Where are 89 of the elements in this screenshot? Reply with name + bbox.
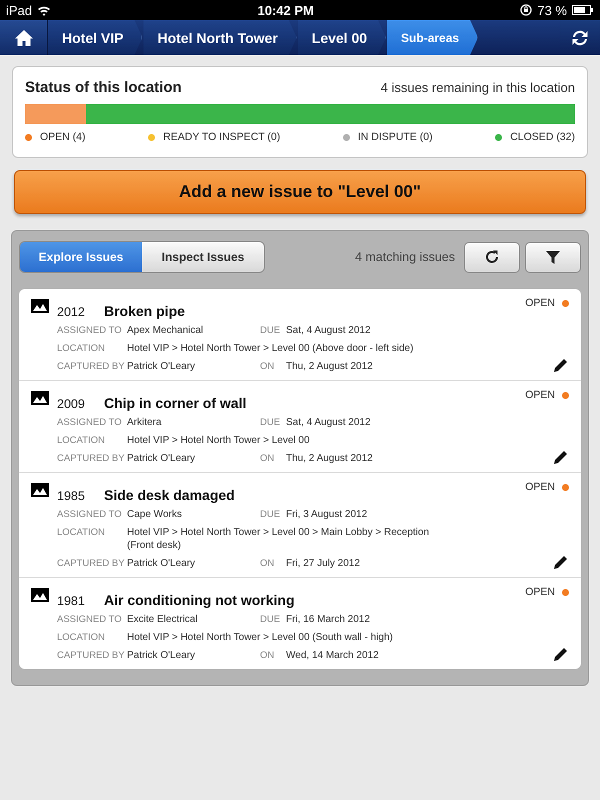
legend-label: READY TO INSPECT (0) (163, 131, 280, 143)
image-icon (31, 391, 49, 405)
field-label: DUE (260, 416, 282, 429)
tab[interactable]: Inspect Issues (142, 242, 264, 272)
field-label: ON (260, 649, 276, 662)
field-label: ASSIGNED TO (57, 416, 123, 429)
refresh-icon (484, 249, 500, 265)
breadcrumb[interactable]: Hotel North Tower (143, 20, 297, 55)
field-label: ON (260, 360, 276, 373)
field-label: ASSIGNED TO (57, 613, 123, 626)
issue-title: Side desk damaged (104, 487, 235, 503)
card-title: Status of this location (25, 79, 182, 96)
pencil-icon[interactable] (553, 554, 569, 570)
legend-label: OPEN (4) (40, 131, 86, 143)
refresh-button[interactable] (464, 242, 520, 272)
breadcrumb[interactable]: Level 00 (298, 20, 386, 55)
field-label: DUE (260, 508, 282, 521)
field-label: CAPTURED BY (57, 557, 126, 570)
match-count: 4 matching issues (354, 250, 455, 264)
field-label: LOCATION (57, 631, 106, 644)
battery-percent: 73 % (537, 2, 567, 18)
field-value: Thu, 2 August 2012 (286, 360, 373, 373)
field-value: Hotel VIP > Hotel North Tower > Level 00 (Above door - left side) (127, 342, 414, 355)
battery-icon (572, 5, 594, 15)
field-value: Wed, 14 March 2012 (286, 649, 379, 662)
field-value: Fri, 3 August 2012 (286, 508, 368, 521)
issues-summary: 4 issues remaining in this location (380, 80, 575, 95)
field-value: Apex Mechanical (127, 324, 204, 337)
tab[interactable]: Explore Issues (20, 242, 142, 272)
filter-button[interactable] (525, 242, 581, 272)
field-value: Hotel VIP > Hotel North Tower > Level 00 > Main Lobby > Reception (Front desk) (127, 526, 430, 552)
add-issue-button[interactable]: Add a new issue to "Level 00" (14, 170, 586, 214)
field-label: LOCATION (57, 342, 106, 355)
issue-title: Chip in corner of wall (104, 395, 246, 411)
home-button[interactable] (0, 20, 48, 55)
breadcrumb[interactable]: Hotel VIP (48, 20, 142, 55)
field-label: CAPTURED BY (57, 360, 126, 373)
field-value: Patrick O'Leary (127, 557, 196, 570)
device-name: iPad (6, 2, 32, 18)
clock: 10:42 PM (258, 2, 314, 18)
status-label: OPEN (525, 389, 555, 401)
field-value: Fri, 16 March 2012 (286, 613, 370, 626)
field-value: Thu, 2 August 2012 (286, 452, 373, 465)
status-label: OPEN (525, 481, 555, 493)
field-label: CAPTURED BY (57, 649, 126, 662)
legend-label: IN DISPUTE (0) (358, 131, 433, 143)
image-icon (31, 299, 49, 313)
field-value: Sat, 4 August 2012 (286, 324, 371, 337)
field-label: DUE (260, 324, 282, 337)
issue-title: Air conditioning not working (104, 592, 295, 608)
wifi-icon (37, 4, 52, 16)
status-label: OPEN (525, 297, 555, 309)
status-label: OPEN (525, 586, 555, 598)
image-icon (31, 588, 49, 602)
image-icon (31, 483, 49, 497)
home-icon (14, 28, 34, 46)
field-label: CAPTURED BY (57, 452, 126, 465)
field-value: Hotel VIP > Hotel North Tower > Level 00 (South wall - high) (127, 631, 393, 644)
field-value: Fri, 27 July 2012 (286, 557, 360, 570)
issue-number: 2012 (57, 305, 86, 319)
issue-title: Broken pipe (104, 303, 185, 319)
field-label: DUE (260, 613, 282, 626)
field-value: Excite Electrical (127, 613, 199, 626)
issue-number: 1985 (57, 489, 86, 503)
field-value: Hotel VIP > Hotel North Tower > Level 00 (127, 434, 310, 447)
legend-label: CLOSED (32) (510, 131, 575, 143)
pencil-icon[interactable] (553, 646, 569, 662)
pencil-icon[interactable] (553, 357, 569, 373)
field-value: Cape Works (127, 508, 183, 521)
rotation-lock-icon (520, 4, 532, 16)
filter-icon (545, 249, 561, 265)
field-value: Patrick O'Leary (127, 360, 196, 373)
field-value: Patrick O'Leary (127, 649, 196, 662)
field-value: Arkitera (127, 416, 162, 429)
field-value: Sat, 4 August 2012 (286, 416, 371, 429)
field-value: Patrick O'Leary (127, 452, 196, 465)
issue-row[interactable]: 2012 Broken pipe ASSIGNED TO Apex Mechanical DUE Sat, 4 August 2012 LOCATION Hotel VIP > Hotel North Tower > Level 00 (Above door - left side) CAPTURED BY Patrick O'Leary ON Thu, 2 August 2012 OPEN (19, 289, 581, 381)
issue-number: 1981 (57, 594, 86, 608)
field-label: ASSIGNED TO (57, 324, 123, 337)
pencil-icon[interactable] (553, 449, 569, 465)
field-label: ON (260, 557, 276, 570)
field-label: LOCATION (57, 526, 106, 540)
field-label: ON (260, 452, 276, 465)
field-label: LOCATION (57, 434, 106, 447)
issue-row[interactable]: 2009 Chip in corner of wall ASSIGNED TO Arkitera DUE Sat, 4 August 2012 LOCATION Hotel VIP > Hotel North Tower > Level 00 CAPTURED BY Patrick O'Leary ON Thu, 2 August 2012 OPEN (19, 381, 581, 473)
sync-icon (570, 28, 590, 48)
breadcrumb[interactable]: Sub-areas (387, 20, 478, 55)
field-label: ASSIGNED TO (57, 508, 123, 521)
issue-number: 2009 (57, 397, 86, 411)
